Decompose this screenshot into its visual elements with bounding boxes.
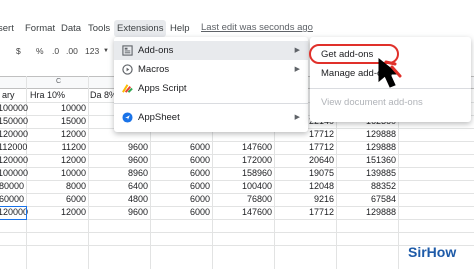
menu-tools[interactable]: Tools xyxy=(88,21,110,36)
table-cell[interactable]: 6000 xyxy=(28,193,86,206)
watermark-logo: SirHow xyxy=(408,244,457,260)
table-cell[interactable]: 6000 xyxy=(152,141,210,154)
table-cell[interactable]: 147600 xyxy=(214,141,272,154)
table-cell[interactable]: 129888 xyxy=(338,206,396,219)
table-cell[interactable]: 10000 xyxy=(28,102,86,115)
header-hra[interactable]: Hra 10% xyxy=(30,89,65,102)
decrease-decimal-button[interactable]: .0 xyxy=(52,44,59,58)
table-cell[interactable]: 151360 xyxy=(338,154,396,167)
table-cell[interactable]: 11200 xyxy=(28,141,86,154)
header-da[interactable]: Da 8% xyxy=(90,89,117,102)
table-cell[interactable]: 9600 xyxy=(90,154,148,167)
table-cell[interactable]: 67584 xyxy=(338,193,396,206)
addons-icon xyxy=(122,45,133,56)
table-cell[interactable]: 6000 xyxy=(152,154,210,167)
table-cell[interactable]: 100000 xyxy=(0,102,28,115)
submenu-arrow-icon: ▶ xyxy=(294,66,300,73)
table-cell[interactable]: 8960 xyxy=(90,167,148,180)
table-cell[interactable]: 112000 xyxy=(0,141,27,154)
table-cell[interactable]: 20640 xyxy=(276,154,334,167)
table-cell[interactable]: 8000 xyxy=(28,180,86,193)
table-cell[interactable]: 100000 xyxy=(0,167,28,180)
menu-format[interactable]: Format xyxy=(25,21,55,36)
table-cell[interactable]: 120000 xyxy=(0,154,28,167)
more-formats-button[interactable]: 123 xyxy=(85,44,99,58)
menu-item-label: AppSheet xyxy=(138,112,180,123)
menu-item-addons[interactable]: Add-ons ▶ xyxy=(114,41,308,60)
menu-item-apps-script[interactable]: Apps Script xyxy=(114,79,308,98)
table-cell[interactable]: 12000 xyxy=(28,154,86,167)
macros-icon xyxy=(122,64,133,75)
table-cell[interactable]: 19075 xyxy=(276,167,334,180)
table-cell[interactable]: 17712 xyxy=(276,206,334,219)
table-cell[interactable]: 100400 xyxy=(214,180,272,193)
menu-item-macros[interactable]: Macros ▶ xyxy=(114,60,308,79)
header-salary[interactable]: ary xyxy=(2,89,15,102)
table-cell[interactable]: 15000 xyxy=(28,115,86,128)
table-cell[interactable]: 12048 xyxy=(276,180,334,193)
table-cell[interactable]: 129888 xyxy=(338,141,396,154)
table-cell[interactable]: 12000 xyxy=(28,206,86,219)
view-document-addons-item: View document add-ons xyxy=(321,97,423,108)
percent-format-button[interactable]: % xyxy=(36,44,44,58)
appsheet-icon xyxy=(122,112,133,123)
apps-script-icon xyxy=(122,84,133,93)
cursor-arrow-icon xyxy=(378,57,402,88)
column-letter-c[interactable]: C xyxy=(56,76,61,88)
currency-format-button[interactable]: $ xyxy=(16,44,21,58)
menu-insert[interactable]: sert xyxy=(0,21,14,36)
table-cell[interactable]: 158960 xyxy=(214,167,272,180)
table-cell[interactable]: 150000 xyxy=(0,115,28,128)
last-edit-link[interactable]: Last edit was seconds ago xyxy=(201,22,313,33)
menu-extensions[interactable]: Extensions xyxy=(114,20,167,37)
table-cell[interactable]: 4800 xyxy=(90,193,148,206)
table-cell[interactable]: 129888 xyxy=(338,128,396,141)
menu-help[interactable]: Help xyxy=(170,21,190,36)
table-cell[interactable]: 147600 xyxy=(214,206,272,219)
table-cell[interactable]: 6000 xyxy=(152,193,210,206)
menu-item-label: Add-ons xyxy=(138,45,174,56)
table-cell[interactable]: 76800 xyxy=(214,193,272,206)
table-cell[interactable]: 88352 xyxy=(338,180,396,193)
menu-data[interactable]: Data xyxy=(61,21,81,36)
table-cell[interactable]: 10000 xyxy=(28,167,86,180)
selected-cell[interactable] xyxy=(0,206,27,220)
menu-divider xyxy=(114,103,308,104)
menu-bar: sert Format Data Tools Extensions Help L… xyxy=(0,18,474,38)
table-cell[interactable]: 6000 xyxy=(152,206,210,219)
extensions-menu: Add-ons ▶ Macros ▶ Apps Script AppSheet … xyxy=(114,37,308,132)
table-cell[interactable]: 120000 xyxy=(0,128,28,141)
table-cell[interactable]: 12000 xyxy=(28,128,86,141)
table-cell[interactable]: 6000 xyxy=(152,167,210,180)
table-cell[interactable]: 17712 xyxy=(276,141,334,154)
table-cell[interactable]: 60000 xyxy=(0,193,24,206)
increase-decimal-button[interactable]: .00 xyxy=(66,44,78,58)
table-cell[interactable]: 139885 xyxy=(338,167,396,180)
chevron-down-icon[interactable]: ▼ xyxy=(103,44,109,58)
submenu-arrow-icon: ▶ xyxy=(294,47,300,54)
table-cell[interactable]: 6000 xyxy=(152,180,210,193)
table-cell[interactable]: 9216 xyxy=(276,193,334,206)
table-cell[interactable]: 9600 xyxy=(90,206,148,219)
menu-item-appsheet[interactable]: AppSheet ▶ xyxy=(114,108,308,127)
table-cell[interactable]: 6400 xyxy=(90,180,148,193)
menu-item-label: Apps Script xyxy=(138,83,187,94)
table-cell[interactable]: 80000 xyxy=(0,180,24,193)
submenu-arrow-icon: ▶ xyxy=(294,114,300,121)
table-cell[interactable]: 9600 xyxy=(90,141,148,154)
table-cell[interactable]: 172000 xyxy=(214,154,272,167)
menu-item-label: Macros xyxy=(138,64,170,75)
